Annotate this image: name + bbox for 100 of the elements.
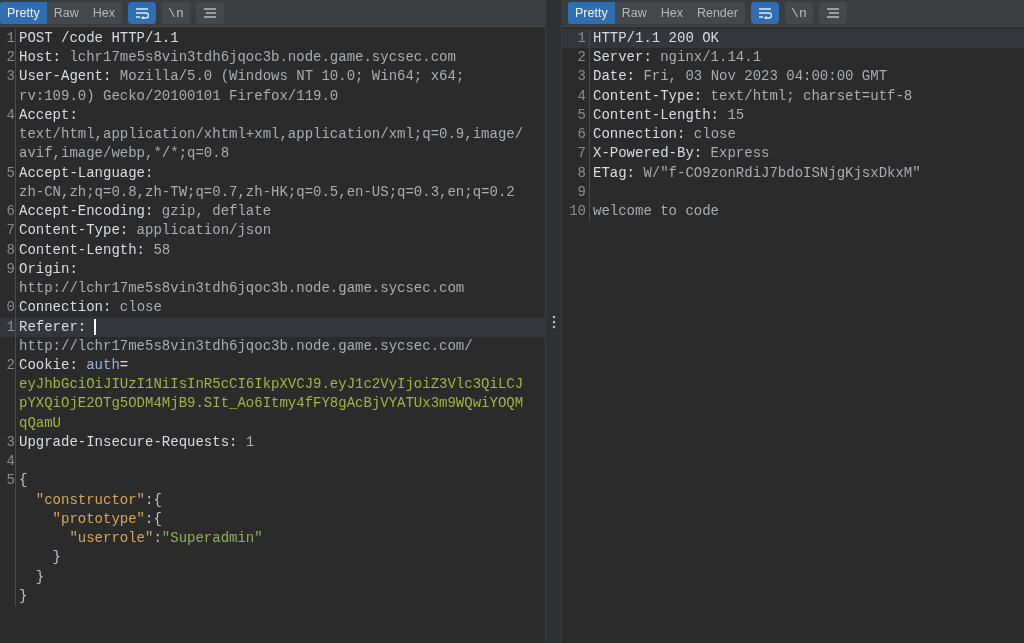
json-punctuation: {: [19, 471, 28, 491]
drag-handle-icon: [551, 314, 556, 329]
header-value: Fri, 03 Nov 2023 04:00:00 GMT: [642, 67, 888, 87]
header-value: nginx/1.14.1: [659, 48, 762, 68]
header-name: =: [119, 356, 129, 375]
header-value: Express: [709, 144, 770, 164]
json-punctuation: }: [19, 586, 28, 606]
header-name: Content-Type:: [593, 86, 703, 106]
header-name: Cookie:: [19, 356, 78, 375]
header-value: http://lchr17me5s8vin3tdh6jqoc3b.node.game.sycsec.com/: [19, 336, 473, 356]
header-name: Host:: [19, 48, 61, 68]
cookie-token: qQamU: [19, 413, 61, 433]
line-number: 1: [577, 30, 586, 46]
header-name: Content-Type:: [19, 221, 129, 241]
wrap-lines-icon: [757, 7, 772, 19]
json-punctuation: :{: [145, 509, 162, 529]
header-name: Accept-Encoding:: [19, 202, 154, 222]
header-name: Accept-Language:: [19, 163, 154, 183]
cookie-token: eyJhbGciOiJIUzI1NiIsInR5cCI6IkpXVCJ9.eyJ1c2VyIjoiZ3Vlc3QiLCJ: [19, 375, 524, 395]
cookie-name: auth: [85, 356, 120, 375]
header-value: text/html,application/xhtml+xml,application/xml;q=0.9,image/: [19, 125, 524, 145]
menu-button[interactable]: [818, 2, 847, 24]
json-key: "prototype": [19, 509, 146, 530]
header-name: User-Agent:: [19, 67, 112, 87]
line-number: 9: [577, 183, 586, 200]
line-number: 2: [6, 49, 15, 66]
view-tab[interactable]: Pretty: [0, 2, 47, 24]
header-value: 1: [244, 432, 255, 452]
newline-button[interactable]: \n: [784, 2, 813, 24]
header-name: Upgrade-Insecure-Requests:: [19, 432, 238, 452]
view-tab[interactable]: Hex: [85, 2, 122, 24]
line-number: 8: [6, 241, 15, 258]
header-name: X-Powered-By:: [593, 144, 703, 164]
view-tab[interactable]: Raw: [614, 2, 654, 24]
cookie-token: pYXQiOjE2OTg5ODM4MjB9.SIt_Ao6Itmy4fFY8gAcBjVYATUx3m9WQwiYOQM: [19, 394, 524, 414]
header-name: HTTP/1.1 200 OK: [593, 29, 720, 48]
json-string: "Superadmin": [161, 529, 263, 549]
line-number: 7: [577, 145, 586, 162]
line-number: 3: [6, 68, 15, 85]
header-value: welcome to code: [593, 202, 720, 222]
menu-button[interactable]: [195, 2, 224, 24]
line-number: 8: [577, 164, 586, 181]
line-number: 3: [577, 68, 586, 85]
header-value: 58: [152, 240, 171, 260]
line-number: 6: [577, 126, 586, 143]
wrap-lines-button[interactable]: [127, 2, 156, 24]
header-value: text/html; charset=utf-8: [709, 86, 913, 106]
header-name: ETag:: [593, 163, 635, 183]
header-value: Mozilla/5.0 (Windows NT 10.0; Win64; x64;: [118, 67, 465, 87]
header-value: W/"f-CO9zonRdiJ7bdoISNjgKjsxDkxM": [642, 163, 921, 183]
header-name: Content-Length:: [19, 240, 146, 260]
line-number: 1: [6, 318, 15, 335]
line-number: 4: [6, 453, 15, 470]
view-tab[interactable]: Hex: [653, 2, 690, 24]
menu-icon: [825, 7, 840, 19]
header-name: Referer:: [19, 317, 87, 337]
line-number: 1: [6, 30, 15, 46]
header-name: Server:: [593, 48, 652, 68]
json-punctuation: }: [34, 567, 45, 587]
wrap-lines-button[interactable]: [750, 2, 779, 24]
line-number: 2: [6, 357, 15, 373]
header-value: application/json: [135, 221, 272, 241]
header-value: 15: [726, 105, 745, 125]
line-number: 5: [577, 106, 586, 123]
line-number: 5: [6, 164, 15, 181]
header-value: rv:109.0) Gecko/20100101 Firefox/119.0: [19, 86, 339, 106]
line-number: 0: [6, 299, 15, 316]
header-name: Connection:: [19, 298, 112, 318]
menu-icon: [202, 7, 217, 19]
header-value: http://lchr17me5s8vin3tdh6jqoc3b.node.game.sycsec.com: [19, 279, 465, 299]
json-punctuation: :: [153, 529, 162, 549]
line-number: 9: [6, 260, 15, 277]
view-tab[interactable]: Pretty: [568, 2, 615, 24]
json-key: "constructor": [19, 490, 146, 510]
line-number: 4: [577, 87, 586, 104]
line-number: 5: [6, 472, 15, 489]
json-punctuation: :{: [145, 490, 162, 510]
line-number: 7: [6, 222, 15, 239]
header-value: lchr17me5s8vin3tdh6jqoc3b.node.game.sycsec.com: [68, 48, 456, 68]
line-number: 6: [6, 203, 15, 220]
line-number: 10: [569, 203, 586, 220]
json-punctuation: }: [51, 548, 61, 568]
header-value: gzip, deflate: [160, 202, 272, 222]
view-tab[interactable]: Render: [689, 2, 745, 24]
line-number: 2: [577, 49, 586, 66]
header-name: POST /code HTTP/1.1: [19, 29, 179, 48]
header-name: Origin:: [19, 259, 78, 279]
header-value: zh-CN,zh;q=0.8,zh-TW;q=0.7,zh-HK;q=0.5,en-US;q=0.3,en;q=0.2: [19, 182, 515, 202]
line-number: 4: [6, 106, 15, 123]
header-value: close: [118, 298, 162, 318]
newline-button[interactable]: \n: [161, 2, 190, 24]
header-value: avif,image/webp,*/*;q=0.8: [19, 144, 230, 164]
json-key: "userrole": [19, 529, 154, 549]
line-number: 3: [6, 433, 15, 450]
header-value: close: [692, 125, 736, 145]
header-name: Connection:: [593, 125, 686, 145]
wrap-lines-icon: [134, 7, 149, 19]
header-name: Accept:: [19, 105, 78, 125]
header-name: Date:: [593, 67, 635, 87]
view-tab[interactable]: Raw: [46, 2, 86, 24]
